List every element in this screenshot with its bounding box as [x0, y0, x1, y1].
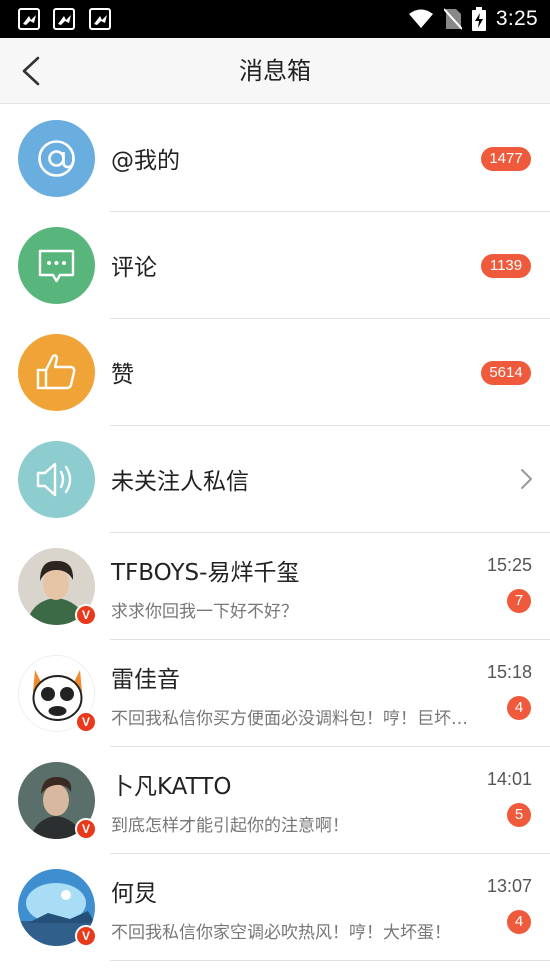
sender-name: 卜凡KATTO — [111, 774, 232, 800]
message-time: 14:01 — [486, 769, 532, 789]
category-row-comments[interactable]: 评论 1139 — [0, 212, 550, 319]
count-badge: 1139 — [481, 254, 531, 278]
wifi-icon — [408, 9, 433, 28]
battery-charging-icon — [471, 7, 486, 31]
conversation-row[interactable]: V 何炅 13:07 不回我私信你家空调必吹热风！哼！大坏蛋！ 4 — [0, 854, 550, 961]
count-badge: 5614 — [481, 361, 531, 385]
sender-name: 雷佳音 — [111, 667, 180, 693]
thumbs-up-icon — [18, 334, 95, 411]
verified-badge: V — [75, 604, 97, 626]
conversation-row[interactable]: V TFBOYS-易烊千玺 15:25 求求你回我一下好不好？ 7 — [0, 533, 550, 640]
category-label: 未关注人私信 — [111, 469, 249, 495]
count-badge: 1477 — [481, 147, 531, 171]
comment-bubble-icon — [18, 227, 95, 304]
back-button[interactable] — [14, 52, 52, 90]
at-icon — [18, 120, 95, 197]
message-time: 13:07 — [486, 876, 532, 896]
verified-badge: V — [75, 711, 97, 733]
category-label: 评论 — [111, 255, 157, 281]
message-preview: 求求你回我一下好不好？ — [111, 602, 298, 622]
verified-badge: V — [75, 925, 97, 947]
bird-notification-icon — [53, 8, 75, 30]
chevron-left-icon — [22, 56, 40, 86]
message-preview: 不回我私信你家空调必吹热风！哼！大坏蛋！ — [111, 923, 451, 943]
unread-badge: 5 — [507, 803, 531, 827]
speaker-icon — [18, 441, 95, 518]
status-time: 3:25 — [495, 7, 538, 30]
conversation-row[interactable]: V 卜凡KATTO 14:01 到底怎样才能引起你的注意啊！ 5 — [0, 747, 550, 854]
category-row-mentions[interactable]: @我的 1477 — [0, 105, 550, 212]
message-preview: 到底怎样才能引起你的注意啊！ — [111, 816, 349, 836]
top-bar: 消息箱 — [0, 38, 550, 104]
status-bar: 3:25 — [0, 0, 550, 38]
unread-badge: 7 — [507, 589, 531, 613]
message-time: 15:18 — [486, 662, 532, 682]
category-label: 赞 — [111, 362, 134, 388]
divider — [110, 960, 550, 961]
sender-name: 何炅 — [111, 881, 157, 907]
verified-badge: V — [75, 818, 97, 840]
category-row-stranger-messages[interactable]: 未关注人私信 — [0, 426, 550, 533]
conversation-row[interactable]: V 雷佳音 15:18 不回我私信你买方便面必没调料包！哼！巨坏蛋！ 4 — [0, 640, 550, 747]
category-row-likes[interactable]: 赞 5614 — [0, 319, 550, 426]
page-title: 消息箱 — [239, 57, 311, 85]
bird-notification-icon — [18, 8, 40, 30]
bird-notification-icon — [89, 8, 111, 30]
unread-badge: 4 — [507, 696, 531, 720]
message-time: 15:25 — [486, 555, 532, 575]
category-label: @我的 — [111, 148, 180, 174]
message-preview: 不回我私信你买方便面必没调料包！哼！巨坏蛋！ — [111, 709, 473, 729]
chevron-right-icon — [521, 469, 532, 489]
sender-name: TFBOYS-易烊千玺 — [111, 560, 300, 586]
unread-badge: 4 — [507, 910, 531, 934]
no-sim-icon — [443, 8, 462, 30]
